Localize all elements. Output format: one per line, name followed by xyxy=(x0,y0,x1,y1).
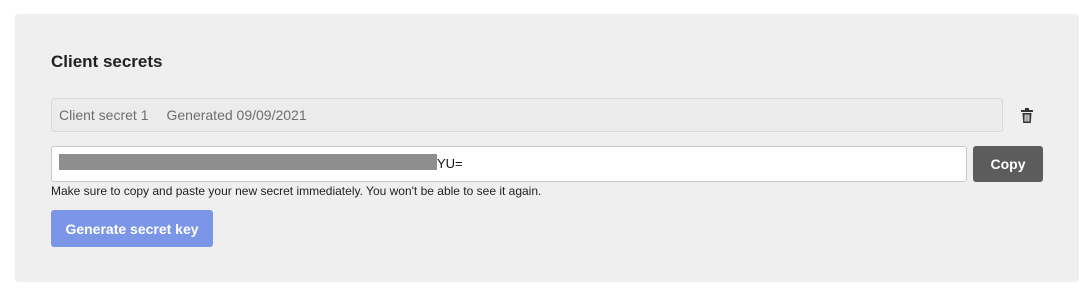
secret-generated-date: Generated 09/09/2021 xyxy=(166,107,307,123)
secret-value-field[interactable]: YU= xyxy=(51,146,967,182)
secret-notice: Make sure to copy and paste your new sec… xyxy=(51,184,542,198)
secret-name: Client secret 1 xyxy=(59,107,149,123)
section-title: Client secrets xyxy=(51,52,163,71)
masked-secret xyxy=(59,154,437,170)
client-secret-row: Client secret 1 Generated 09/09/2021 xyxy=(51,98,1003,132)
trash-icon[interactable] xyxy=(1019,107,1035,124)
generate-secret-key-button[interactable]: Generate secret key xyxy=(51,210,213,247)
client-secrets-panel: Client secrets Client secret 1 Generated… xyxy=(15,14,1079,282)
secret-value-suffix: YU= xyxy=(437,156,463,171)
copy-button[interactable]: Copy xyxy=(973,146,1043,182)
